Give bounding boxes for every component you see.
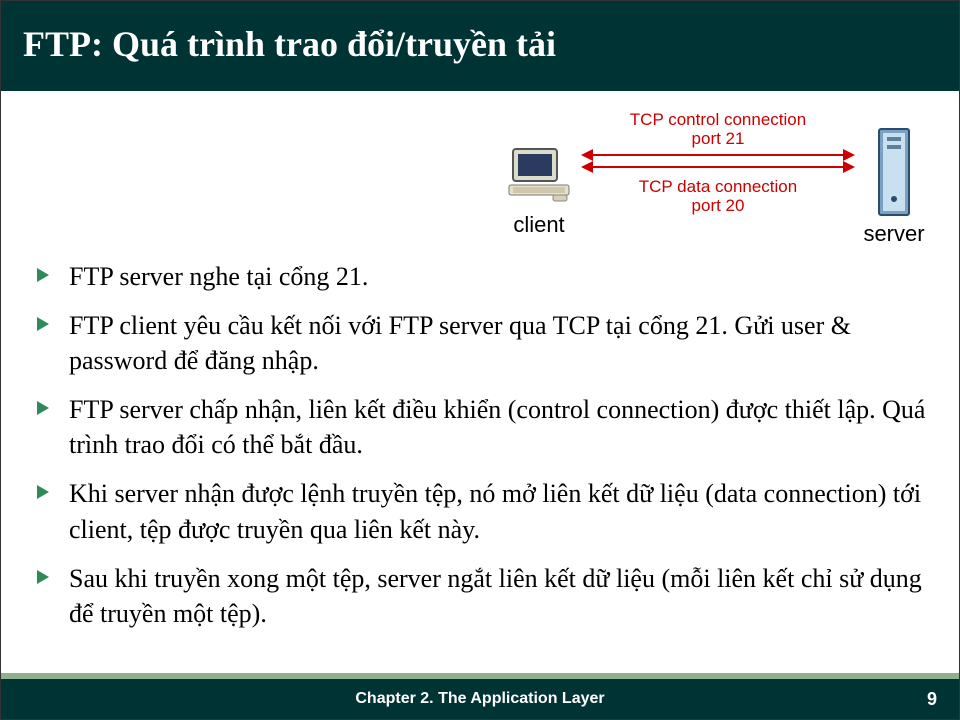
bullet-text: FTP client yêu cầu kết nối với FTP serve…	[69, 311, 851, 375]
ftp-diagram: client server TCP control connection por…	[499, 101, 929, 261]
bullet-text: Khi server nhận được lệnh truyền tệp, nó…	[69, 479, 921, 543]
slide-title: FTP: Quá trình trao đổi/truyền tải	[23, 23, 929, 65]
bullet-icon	[37, 570, 49, 584]
control-line1: TCP control connection	[630, 110, 806, 129]
connection-arrows: TCP control connection port 21 TCP data …	[583, 111, 853, 216]
bullet-icon	[37, 317, 49, 331]
server-node: server	[859, 127, 929, 247]
bullet-list: FTP server nghe tại cổng 21. FTP client …	[31, 259, 929, 631]
list-item: FTP client yêu cầu kết nối với FTP serve…	[37, 308, 929, 378]
slide: FTP: Quá trình trao đổi/truyền tải clien…	[0, 0, 960, 720]
list-item: FTP server chấp nhận, liên kết điều khiể…	[37, 392, 929, 462]
bullet-text: Sau khi truyền xong một tệp, server ngắt…	[69, 564, 922, 628]
list-item: Khi server nhận được lệnh truyền tệp, nó…	[37, 476, 929, 546]
data-arrow	[583, 166, 853, 168]
client-label: client	[499, 212, 579, 238]
control-arrow	[583, 154, 853, 156]
content-area: client server TCP control connection por…	[1, 91, 959, 646]
client-node: client	[499, 145, 579, 238]
data-line2: port 20	[692, 196, 745, 215]
server-label: server	[859, 221, 929, 247]
data-connection-label: TCP data connection port 20	[583, 178, 853, 215]
bullet-icon	[37, 268, 49, 282]
title-band: FTP: Quá trình trao đổi/truyền tải	[1, 1, 959, 91]
control-connection-label: TCP control connection port 21	[583, 111, 853, 148]
server-icon	[877, 127, 911, 217]
data-line1: TCP data connection	[639, 177, 797, 196]
bullet-text: FTP server nghe tại cổng 21.	[69, 262, 368, 291]
footer: Chapter 2. The Application Layer 9	[1, 673, 959, 719]
control-line2: port 21	[692, 129, 745, 148]
computer-icon	[507, 145, 571, 203]
bullet-icon	[37, 401, 49, 415]
list-item: FTP server nghe tại cổng 21.	[37, 259, 929, 294]
bullet-icon	[37, 485, 49, 499]
page-number: 9	[927, 689, 937, 710]
footer-bar: Chapter 2. The Application Layer 9	[1, 679, 959, 719]
bullet-text: FTP server chấp nhận, liên kết điều khiể…	[69, 395, 925, 459]
chapter-label: Chapter 2. The Application Layer	[355, 690, 604, 708]
list-item: Sau khi truyền xong một tệp, server ngắt…	[37, 561, 929, 631]
